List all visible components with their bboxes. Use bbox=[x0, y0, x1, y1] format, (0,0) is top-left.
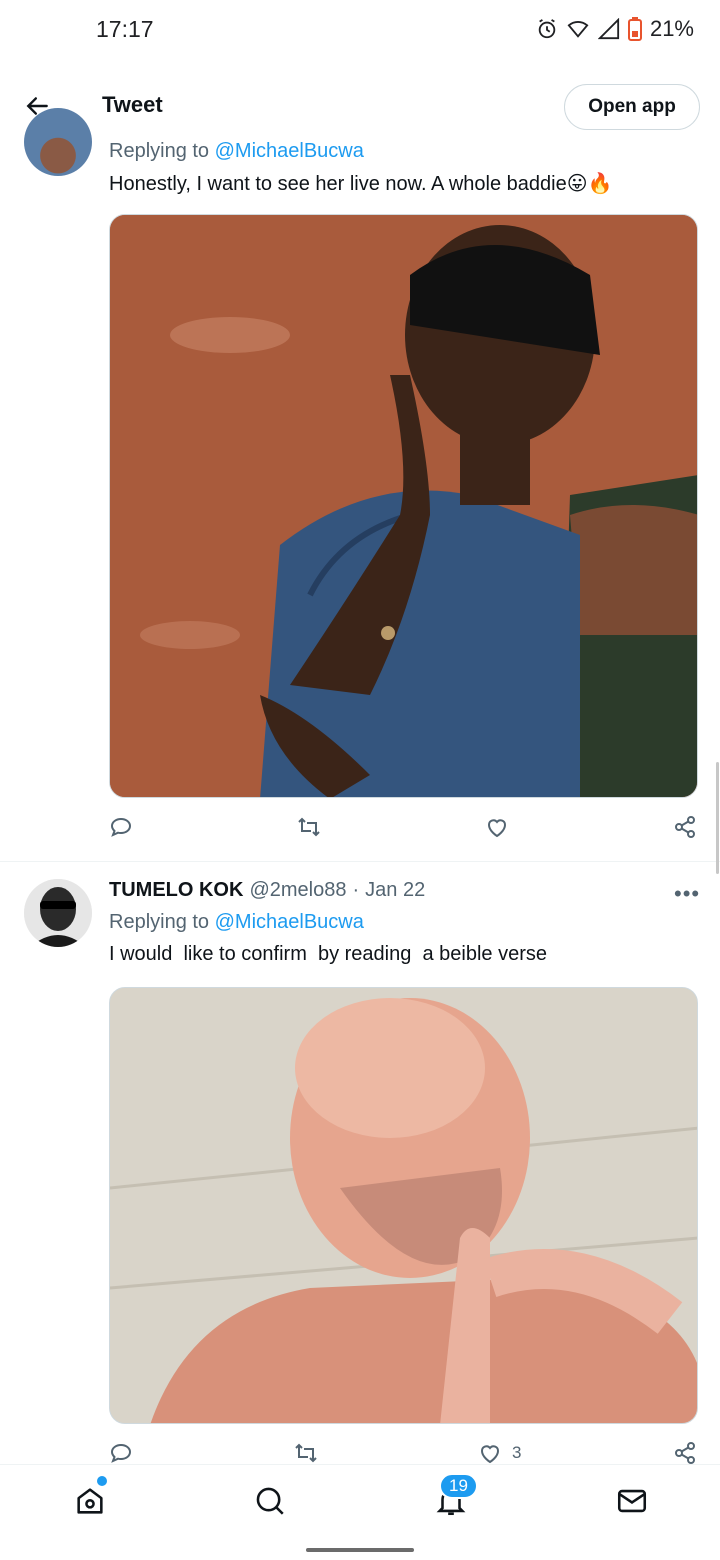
home-icon bbox=[77, 1488, 103, 1514]
scrollbar[interactable] bbox=[716, 762, 719, 874]
nav-messages[interactable] bbox=[612, 1481, 652, 1521]
reply-button[interactable] bbox=[109, 1441, 133, 1465]
more-options-button[interactable]: ••• bbox=[674, 881, 700, 907]
author-name[interactable]: TUMELO KOK bbox=[109, 879, 243, 902]
search-icon bbox=[256, 1487, 284, 1515]
status-icons: 21% bbox=[536, 16, 694, 42]
share-icon bbox=[675, 1442, 695, 1464]
retweet-icon bbox=[295, 1443, 317, 1463]
bottom-nav bbox=[0, 1464, 720, 1536]
like-count: 3 bbox=[512, 1443, 522, 1462]
like-button[interactable] bbox=[485, 815, 509, 839]
emoji: 😛🔥 bbox=[566, 173, 613, 195]
share-icon bbox=[675, 816, 695, 838]
nav-search[interactable] bbox=[250, 1481, 290, 1521]
top-bar: Tweet Open app bbox=[0, 76, 720, 136]
tweet-text: Honestly, I want to see her live now. A … bbox=[109, 171, 612, 196]
retweet-icon bbox=[298, 817, 320, 837]
photo-man-illustration bbox=[110, 988, 697, 1423]
heart-icon bbox=[481, 1445, 499, 1464]
tweet-text: I would like to confirm by reading a bei… bbox=[109, 943, 547, 965]
separator: · bbox=[352, 879, 360, 901]
avatar[interactable] bbox=[24, 879, 92, 947]
retweet-button[interactable] bbox=[296, 815, 322, 839]
tweet-image[interactable] bbox=[109, 987, 698, 1424]
like-button[interactable]: 3 bbox=[478, 1441, 521, 1465]
photo-boy-illustration bbox=[110, 215, 697, 797]
reply-icon bbox=[110, 817, 132, 837]
heart-icon bbox=[488, 819, 506, 838]
replying-to: Replying to @MichaelBucwa bbox=[109, 140, 364, 163]
nav-home[interactable] bbox=[70, 1481, 110, 1521]
tweet-divider bbox=[0, 861, 720, 862]
avatar-image bbox=[24, 879, 92, 947]
page-title: Tweet bbox=[102, 92, 163, 117]
battery-icon bbox=[627, 17, 642, 41]
signal-icon bbox=[597, 18, 620, 40]
replying-prefix: Replying to bbox=[109, 140, 210, 162]
status-time: 17:17 bbox=[96, 16, 154, 42]
mention-link[interactable]: @MichaelBucwa bbox=[215, 911, 364, 933]
wifi-icon bbox=[567, 20, 589, 38]
avatar[interactable] bbox=[24, 108, 92, 176]
author-handle[interactable]: @2melo88 bbox=[249, 879, 346, 902]
tweet-date[interactable]: Jan 22 bbox=[365, 879, 425, 902]
reply-button[interactable] bbox=[109, 815, 133, 839]
open-app-button[interactable]: Open app bbox=[564, 84, 700, 130]
author-row: TUMELO KOK @2melo88 · Jan 22 bbox=[109, 879, 425, 902]
notifications-badge: 19 bbox=[439, 1473, 478, 1499]
reply-icon bbox=[110, 1443, 132, 1463]
status-bar: 17:17 21% bbox=[0, 0, 720, 60]
replying-prefix: Replying to bbox=[109, 911, 210, 933]
mention-link[interactable]: @MichaelBucwa bbox=[215, 140, 364, 162]
alarm-icon bbox=[538, 19, 556, 39]
tweet-image[interactable] bbox=[109, 214, 698, 798]
retweet-button[interactable] bbox=[293, 1441, 319, 1465]
tweet-actions bbox=[109, 815, 698, 845]
share-button[interactable] bbox=[673, 815, 697, 839]
replying-to: Replying to @MichaelBucwa bbox=[109, 911, 364, 934]
mail-icon bbox=[617, 1489, 647, 1513]
tweet-body: Honestly, I want to see her live now. A … bbox=[109, 173, 567, 195]
share-button[interactable] bbox=[673, 1441, 697, 1465]
home-indicator[interactable] bbox=[306, 1548, 414, 1552]
battery-percent: 21% bbox=[649, 16, 694, 41]
home-new-dot bbox=[97, 1476, 107, 1486]
